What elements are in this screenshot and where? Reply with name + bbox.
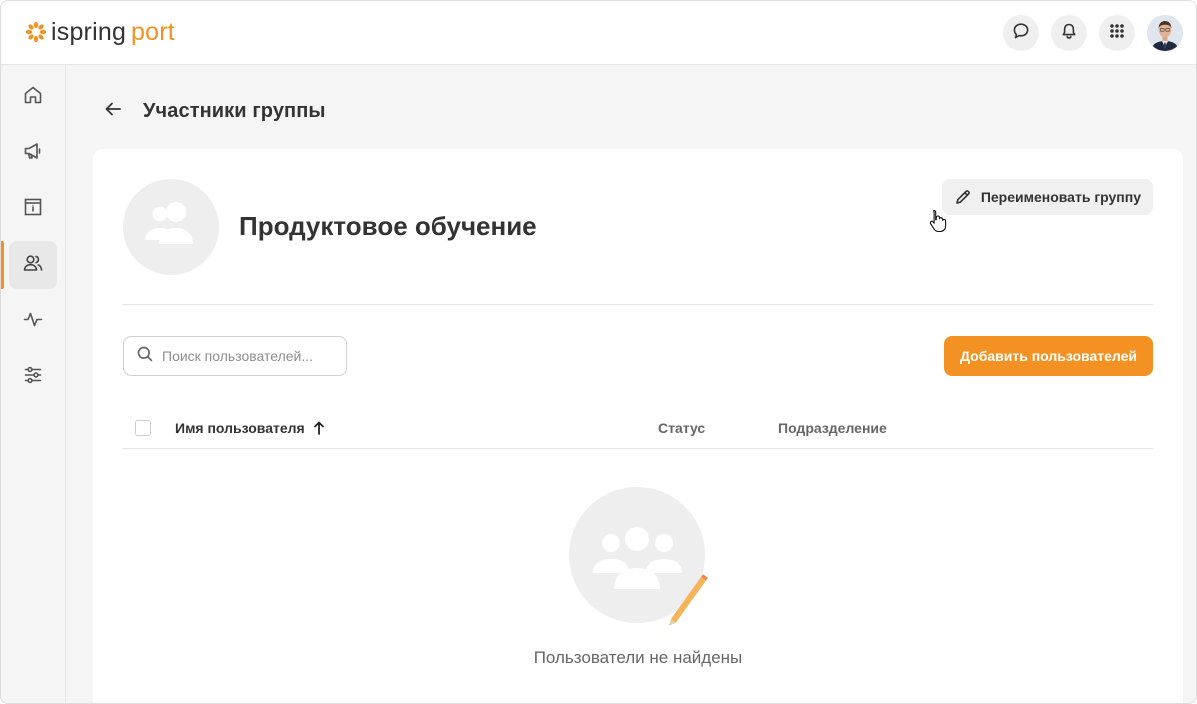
- sidebar-item-activity[interactable]: [9, 297, 57, 345]
- sidebar-item-news[interactable]: [9, 129, 57, 177]
- ispring-port-logo[interactable]: ispring port: [25, 18, 175, 46]
- column-header-name[interactable]: Имя пользователя: [175, 420, 325, 436]
- search-input[interactable]: [162, 348, 337, 364]
- group-users-icon: [140, 200, 202, 255]
- select-all-checkbox[interactable]: [135, 420, 151, 436]
- bell-icon: [1060, 22, 1078, 45]
- sort-ascending-icon: [313, 421, 325, 435]
- sidebar-item-catalog[interactable]: [9, 185, 57, 233]
- top-header: ispring port: [1, 1, 1196, 65]
- ispring-flower-icon: [25, 21, 47, 43]
- table-header: Имя пользователя Статус Подразделение: [123, 409, 1153, 449]
- column-header-status[interactable]: Статус: [658, 420, 705, 436]
- rename-group-button[interactable]: Переименовать группу: [941, 179, 1153, 215]
- column-header-department[interactable]: Подразделение: [778, 420, 887, 436]
- apps-grid-icon: [1108, 22, 1126, 45]
- logo-product-text: port: [131, 18, 175, 46]
- group-name: Продуктовое обучение: [239, 211, 537, 241]
- empty-users-illustration: [569, 487, 709, 627]
- rename-group-label: Переименовать группу: [980, 189, 1141, 205]
- users-icon: [22, 252, 44, 279]
- home-icon: [22, 84, 44, 111]
- back-button[interactable]: [101, 99, 125, 123]
- arrow-left-icon: [103, 99, 123, 124]
- logo-brand-text: ispring: [51, 18, 127, 46]
- catalog-icon: [22, 196, 44, 223]
- chat-button[interactable]: [1003, 15, 1039, 51]
- page-title-row: Участники группы: [101, 99, 326, 123]
- app-window: ispring port Участники группы Продуктово…: [0, 0, 1197, 704]
- megaphone-icon: [22, 140, 44, 167]
- search-icon: [136, 345, 154, 368]
- sidebar-item-home[interactable]: [9, 73, 57, 121]
- chat-icon: [1012, 22, 1030, 45]
- activity-icon: [22, 308, 44, 335]
- left-sidebar: [1, 65, 66, 703]
- sidebar-item-users[interactable]: [9, 241, 57, 289]
- page-title: Участники группы: [143, 99, 326, 122]
- hand-cursor-icon: [929, 209, 947, 238]
- search-box[interactable]: [123, 336, 347, 376]
- apps-menu-button[interactable]: [1099, 15, 1135, 51]
- group-card: Продуктовое обучение Переименовать групп…: [93, 149, 1183, 703]
- column-name-label: Имя пользователя: [175, 420, 305, 436]
- group-avatar: [123, 179, 219, 275]
- header-divider: [123, 304, 1153, 305]
- sidebar-active-indicator: [1, 241, 4, 289]
- settings-sliders-icon: [22, 364, 44, 391]
- add-users-button[interactable]: Добавить пользователей: [944, 336, 1153, 376]
- user-avatar[interactable]: [1147, 15, 1183, 51]
- pencil-icon: [954, 188, 972, 206]
- empty-state-message: Пользователи не найдены: [533, 648, 743, 667]
- notifications-button[interactable]: [1051, 15, 1087, 51]
- sidebar-item-settings[interactable]: [9, 353, 57, 401]
